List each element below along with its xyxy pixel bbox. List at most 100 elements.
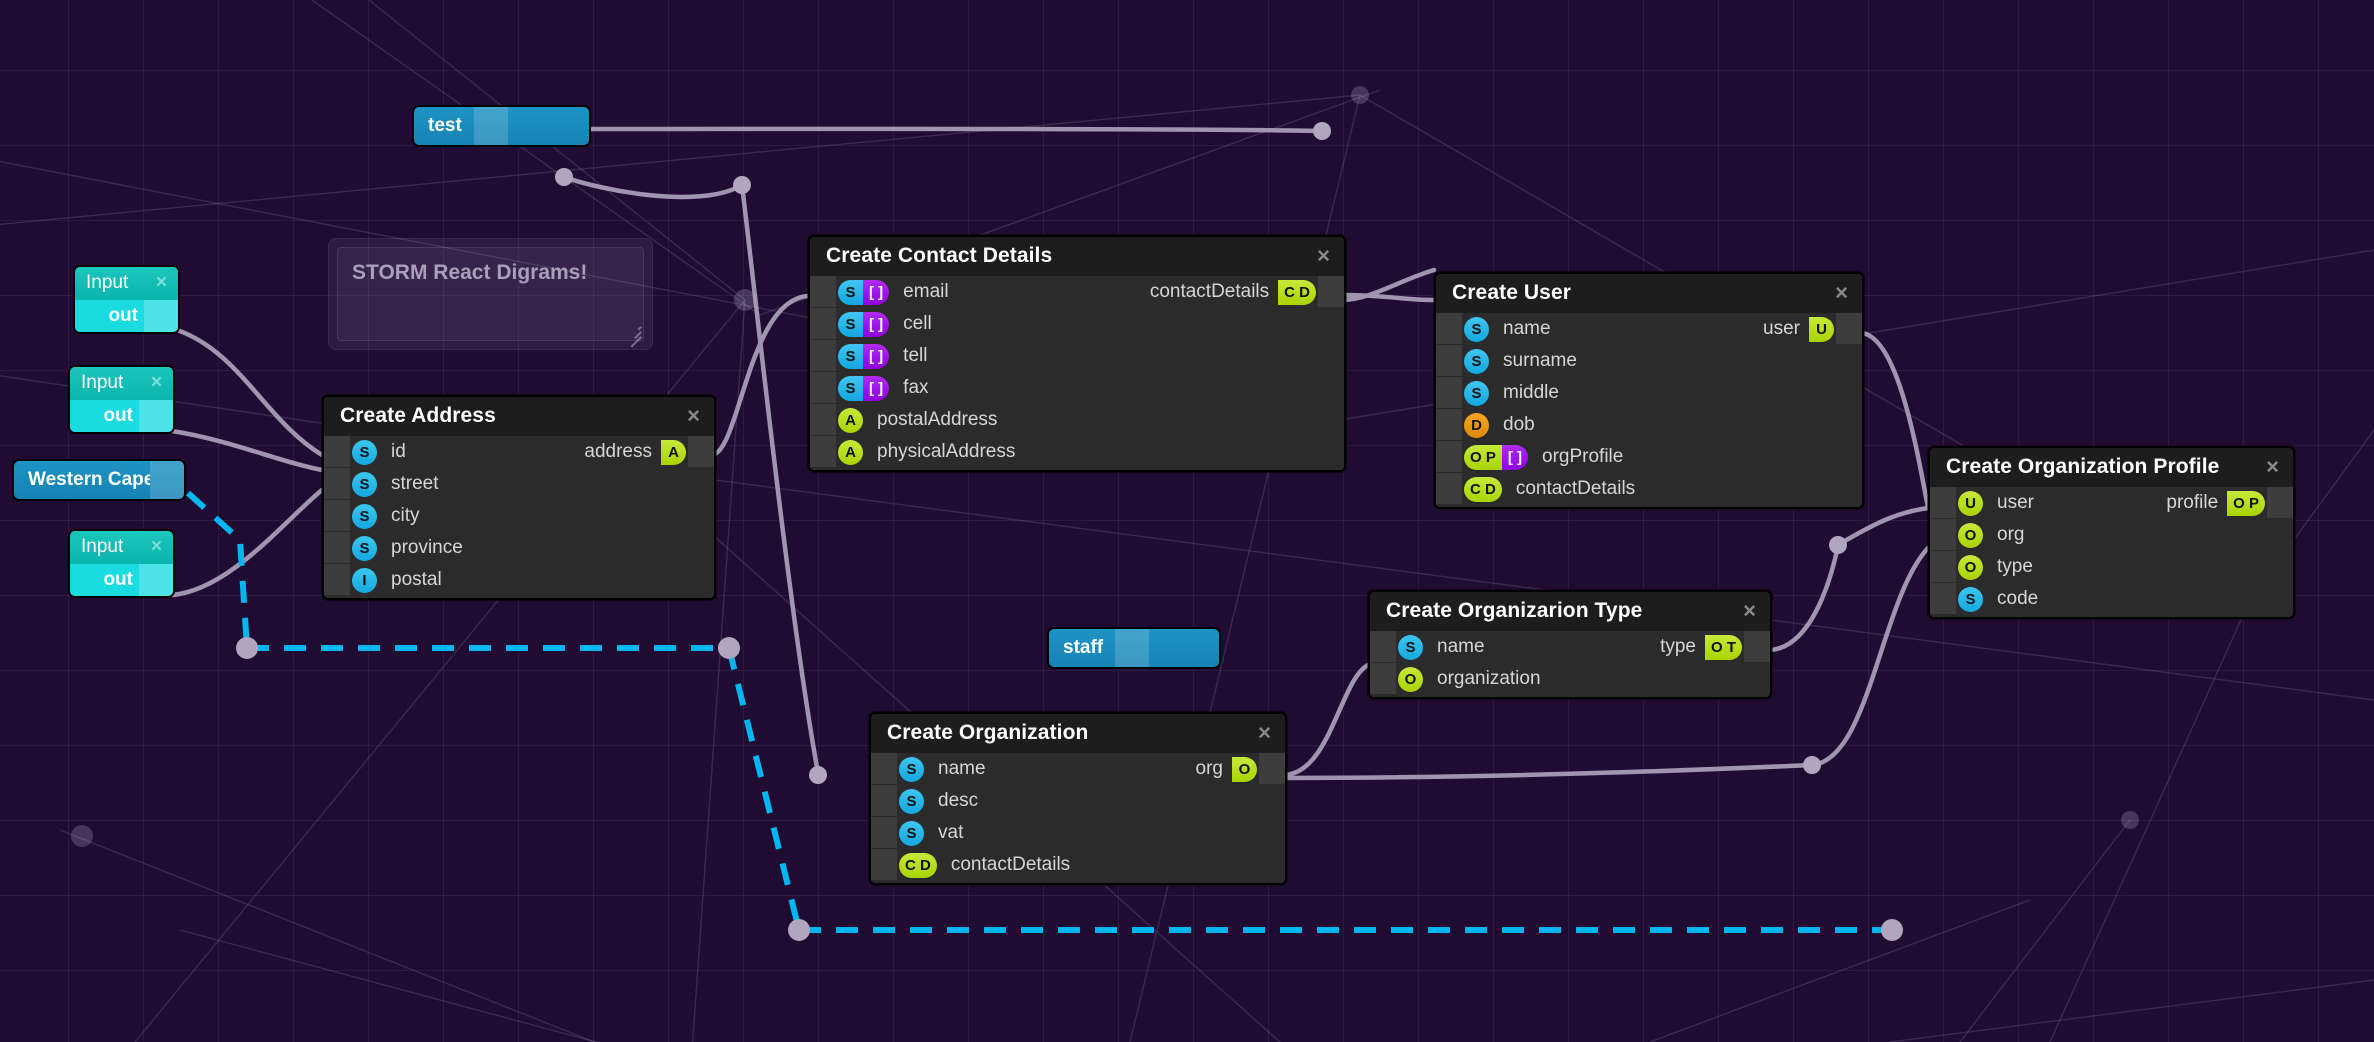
out-port[interactable] xyxy=(1744,631,1770,663)
node-input-2[interactable]: Input × out xyxy=(68,365,175,434)
in-port[interactable] xyxy=(810,436,836,468)
in-port[interactable] xyxy=(324,532,350,564)
close-icon[interactable]: × xyxy=(687,405,700,427)
close-icon[interactable]: × xyxy=(1835,282,1848,304)
node-western-cape[interactable]: Western Cape xyxy=(12,459,186,501)
close-icon[interactable]: × xyxy=(2266,456,2279,478)
node-test[interactable]: test xyxy=(412,105,591,147)
array-badge: [ ] xyxy=(863,375,890,401)
diagram-canvas[interactable]: test staff Input × out Input × out Input × out We… xyxy=(0,0,2374,1042)
row-spacer xyxy=(1318,372,1344,404)
sticky-note-node[interactable] xyxy=(328,238,653,350)
node-create-address[interactable]: Create Address × Sid address A Sstreet Scity Sp… xyxy=(322,395,716,600)
in-port[interactable] xyxy=(324,500,350,532)
field-label: name xyxy=(938,758,986,779)
close-icon[interactable]: × xyxy=(151,372,162,394)
in-port[interactable] xyxy=(324,564,350,596)
out-port[interactable] xyxy=(1836,313,1862,345)
node-create-contact-details[interactable]: Create Contact Details × S[ ] email contactD… xyxy=(808,235,1346,472)
node-create-user[interactable]: Create User × Sname user U Ssurname Smiddle Ddo… xyxy=(1434,272,1864,509)
close-icon[interactable]: × xyxy=(1258,722,1271,744)
row-spacer xyxy=(1836,377,1862,409)
out-port[interactable] xyxy=(1259,753,1285,785)
node-header[interactable]: Create Organization × xyxy=(871,714,1285,753)
in-port[interactable] xyxy=(871,849,897,881)
in-port[interactable] xyxy=(1370,663,1396,695)
node-create-organization[interactable]: Create Organization × Sname org O Sdesc Svat C … xyxy=(869,712,1287,885)
field-label: vat xyxy=(938,822,964,843)
port-row: S[ ] fax xyxy=(810,372,1344,404)
node-header[interactable]: Create Contact Details × xyxy=(810,237,1344,276)
node-create-organizarion-type[interactable]: Create Organizarion Type × Sname type O T Oor… xyxy=(1368,590,1772,699)
node-header[interactable]: Create Organization Profile × xyxy=(1930,448,2293,487)
in-port[interactable] xyxy=(1370,631,1396,663)
field-label: org xyxy=(1997,524,2025,545)
node-staff[interactable]: staff xyxy=(1047,627,1221,669)
port-row: Sname type O T xyxy=(1370,631,1770,663)
field-slot: AphysicalAddress xyxy=(838,436,1015,468)
row-spacer xyxy=(1318,308,1344,340)
node-header[interactable]: Create Organizarion Type × xyxy=(1370,592,1770,631)
close-icon[interactable]: × xyxy=(156,272,167,294)
field-label: cell xyxy=(903,313,932,334)
node-body: Uuser profile O P Oorg Otype Scode xyxy=(1930,487,2293,617)
in-port[interactable] xyxy=(810,340,836,372)
output-badge: A xyxy=(661,439,686,465)
in-port[interactable] xyxy=(1436,441,1462,473)
node-western-cape-out-port[interactable] xyxy=(150,461,184,499)
in-port[interactable] xyxy=(871,817,897,849)
in-port[interactable] xyxy=(1930,551,1956,583)
in-port[interactable] xyxy=(1436,473,1462,505)
output-label: address xyxy=(584,441,652,462)
field-label: user xyxy=(1997,492,2034,513)
in-port[interactable] xyxy=(1436,345,1462,377)
node-header[interactable]: Create Address × xyxy=(324,397,714,436)
in-port[interactable] xyxy=(871,753,897,785)
close-icon[interactable]: × xyxy=(1317,245,1330,267)
out-port[interactable] xyxy=(1318,276,1344,308)
in-port[interactable] xyxy=(810,276,836,308)
field-label: name xyxy=(1503,318,1551,339)
node-western-cape-title: Western Cape xyxy=(28,469,150,490)
node-input-3[interactable]: Input × out xyxy=(68,529,175,598)
sticky-note-textarea[interactable] xyxy=(337,247,644,341)
node-input-out-port[interactable] xyxy=(139,564,173,596)
close-icon[interactable]: × xyxy=(151,536,162,558)
in-port[interactable] xyxy=(810,372,836,404)
row-gap xyxy=(1623,441,1836,473)
in-port[interactable] xyxy=(871,785,897,817)
in-port[interactable] xyxy=(1930,519,1956,551)
in-port[interactable] xyxy=(1436,377,1462,409)
in-port[interactable] xyxy=(1436,313,1462,345)
in-port[interactable] xyxy=(1930,487,1956,519)
out-port[interactable] xyxy=(2267,487,2293,519)
type-badge: O xyxy=(1958,554,1983,580)
node-input-1[interactable]: Input × out xyxy=(73,265,180,334)
node-create-organization-profile[interactable]: Create Organization Profile × Uuser profile… xyxy=(1928,446,2295,619)
node-input-out-port[interactable] xyxy=(139,400,173,432)
field-slot: S[ ] email xyxy=(838,276,949,308)
node-header[interactable]: Create User × xyxy=(1436,274,1862,313)
type-badge: S xyxy=(352,439,377,465)
field-label: code xyxy=(1997,588,2039,609)
node-out-port[interactable] xyxy=(1115,629,1150,667)
type-badge: S xyxy=(352,503,377,529)
port-row: O P[ ] orgProfile xyxy=(1436,441,1862,473)
type-badge: S xyxy=(838,311,863,337)
row-spacer xyxy=(688,564,714,596)
field-slot: Sid xyxy=(352,436,406,468)
close-icon[interactable]: × xyxy=(1743,600,1756,622)
row-gap xyxy=(1485,631,1661,663)
link-test-down xyxy=(561,174,745,200)
in-port[interactable] xyxy=(324,468,350,500)
row-spacer xyxy=(688,500,714,532)
in-port[interactable] xyxy=(810,308,836,340)
node-input-out-port[interactable] xyxy=(144,300,178,332)
out-port[interactable] xyxy=(688,436,714,468)
row-spacer xyxy=(1836,409,1862,441)
node-out-port[interactable] xyxy=(473,107,508,145)
in-port[interactable] xyxy=(810,404,836,436)
in-port[interactable] xyxy=(324,436,350,468)
in-port[interactable] xyxy=(1930,583,1956,615)
in-port[interactable] xyxy=(1436,409,1462,441)
